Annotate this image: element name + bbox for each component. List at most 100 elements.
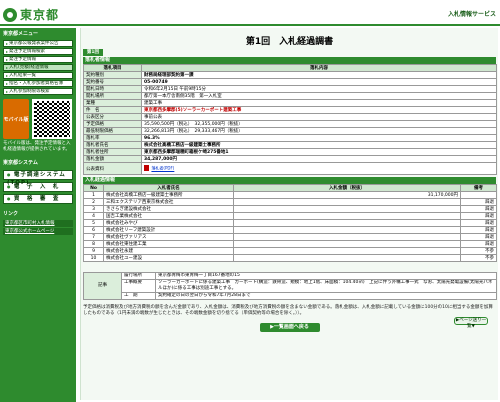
row-value: 令和6年2月15日 午前9時15分 bbox=[141, 85, 497, 93]
e-bidding-button[interactable]: 電 子 入 札 bbox=[3, 182, 73, 192]
table-row: 落札者住所 東京都西多摩郡瑞穂町箱根ケ崎275番地1 bbox=[83, 148, 497, 156]
table-row: 業種 建築工事 bbox=[83, 99, 497, 107]
bid-amount bbox=[233, 254, 461, 262]
winner-pdf-link[interactable]: 落札者(PDF) bbox=[151, 166, 174, 171]
table-row: 工 期 契約確定の日の翌日から令和7年7月28日まで bbox=[84, 292, 497, 300]
mobile-version-button[interactable]: モバイル版 bbox=[3, 99, 29, 139]
row-no: 10 bbox=[83, 254, 104, 262]
row-label: 落札率 bbox=[83, 134, 142, 142]
sidebar-links-heading: リンク bbox=[3, 211, 19, 217]
remarks-sub-label: 履行場所 bbox=[121, 272, 156, 280]
mobile-note: モバイル版は、発注予定情報と入札経過情報が提供されています。 bbox=[3, 141, 71, 152]
bid-remark: 辞退 bbox=[460, 212, 497, 220]
bid-amount bbox=[233, 226, 461, 234]
link-tokyo-official-site[interactable]: 東京都公式ホームページ bbox=[3, 228, 73, 235]
row-label: 開札場所 bbox=[83, 92, 142, 100]
bidder-name: 株式会社高橋工務店一級建築士事務所 bbox=[103, 191, 234, 199]
bid-amount bbox=[233, 240, 461, 248]
table-row: 最低制限価格 32,266,813円（税込） 29,333,467円（税抜） bbox=[83, 127, 497, 135]
sidebar-item-order-plan[interactable]: 発注予定情報 bbox=[3, 56, 73, 63]
bidder-name: きさらぎ建設株式会社 bbox=[103, 205, 234, 213]
bidder-name: 株式会社ヴァリアス bbox=[103, 233, 234, 241]
table-row: 開札日時 令和6年2月15日 午前9時15分 bbox=[83, 85, 497, 93]
table-row: 10 株式会社ユー建設 不参 bbox=[83, 254, 497, 262]
sidebar: 東京都メニュー 東京都公報発表案件公告 発注予定情報検索 発注予定情報 入札(見… bbox=[0, 28, 76, 402]
bid-remark: 辞退 bbox=[460, 205, 497, 213]
row-no: 1 bbox=[83, 191, 104, 199]
table-row: 契約種別 財務局経理部契約第一課 bbox=[83, 71, 497, 79]
row-no: 7 bbox=[83, 233, 104, 241]
remarks-value: 契約確定の日の翌日から令和7年7月28日まで bbox=[155, 292, 497, 300]
row-value: 32,266,813円（税込） 29,333,467円（税抜） bbox=[141, 127, 497, 135]
row-no: 9 bbox=[83, 247, 104, 255]
bidder-name: 株式会社東住建工業 bbox=[103, 240, 234, 248]
column-header-content: 落札内容 bbox=[141, 64, 497, 72]
bid-amount bbox=[233, 212, 461, 220]
bidder-name: 国吉工業株式会社 bbox=[103, 212, 234, 220]
row-no: 5 bbox=[83, 219, 104, 227]
qualification-review-button[interactable]: 資 格 審 査 bbox=[3, 194, 73, 204]
table-header-row: No 入札者氏名 入札金額（税抜） 備考 bbox=[83, 184, 497, 192]
table-row: 9 株式会社永建 不参 bbox=[83, 247, 497, 255]
bid-amount bbox=[233, 198, 461, 206]
row-value: 財務局経理部契約第一課 bbox=[141, 71, 497, 79]
row-label: 件 名 bbox=[83, 106, 142, 114]
back-to-list-button[interactable]: ▶一覧画面へ戻る bbox=[259, 323, 320, 332]
sidebar-item-public-notice[interactable]: 東京都公報発表案件公告 bbox=[3, 40, 73, 47]
table-row: 件 名東京都西多摩郡(5)ソーラーカーポート建築工事 bbox=[83, 106, 497, 114]
row-label: 落札者氏名 bbox=[83, 141, 142, 149]
sidebar-item-bid-results[interactable]: 入札結果一覧 bbox=[3, 72, 73, 79]
pdf-icon bbox=[144, 165, 149, 172]
sidebar-item-bid-progress[interactable]: 入札(見積)経過情報 bbox=[3, 64, 73, 71]
main-content: 第1回 入札経過調書 第1回 落札者情報 落札項目 落札内容 契約種別 財務局経理… bbox=[80, 28, 498, 400]
bid-remark: 辞退 bbox=[460, 219, 497, 227]
tokyo-logo[interactable]: 東京都 bbox=[3, 6, 59, 23]
bid-amount bbox=[233, 247, 461, 255]
row-value: 05-00749 bbox=[141, 78, 497, 86]
row-label: 最低制限価格 bbox=[83, 127, 142, 135]
row-value: 34,287,000円 bbox=[141, 155, 497, 163]
table-row: 5 株式会社みやび 辞退 bbox=[83, 219, 497, 227]
row-no: 4 bbox=[83, 212, 104, 220]
bid-remark: 辞退 bbox=[460, 233, 497, 241]
table-row: 3 きさらぎ建設株式会社 辞退 bbox=[83, 205, 497, 213]
mobile-section: モバイル版 bbox=[3, 99, 73, 139]
row-no: 3 bbox=[83, 205, 104, 213]
bidder-name: 三和エクステリア西東京株式会社 bbox=[103, 198, 234, 206]
remarks-value: 東京都青梅市東青梅一丁目167番地の15 bbox=[155, 272, 497, 280]
page-title: 第1回 入札経過調書 bbox=[245, 37, 334, 47]
sidebar-system-heading: 東京都システム bbox=[3, 160, 38, 166]
table-row: 4 国吉工業株式会社 辞退 bbox=[83, 212, 497, 220]
logo-text: 東京都 bbox=[20, 8, 60, 22]
sidebar-item-restriction-search[interactable]: 入札参加制限等検索 bbox=[3, 88, 73, 95]
row-label: 予定価格 bbox=[83, 120, 142, 128]
bidder-name: 株式会社みやび bbox=[103, 219, 234, 227]
round-badge: 第1回 bbox=[83, 49, 103, 56]
sidebar-item-order-plan-search[interactable]: 発注予定情報検索 bbox=[3, 48, 73, 55]
column-header-amount: 入札金額（税抜） bbox=[233, 184, 461, 192]
row-label: 業種 bbox=[83, 99, 142, 107]
bid-result-table: No 入札者氏名 入札金額（税抜） 備考 1 株式会社高橋工務店一級建築士事務所 3… bbox=[83, 184, 497, 262]
column-header-remark: 備考 bbox=[460, 184, 497, 192]
row-label: 契約種別 bbox=[83, 71, 142, 79]
row-label: 落札金額 bbox=[83, 155, 142, 163]
procurement-system-button[interactable]: 電子調達システム(TOP) bbox=[3, 170, 73, 186]
sidebar-item-qualification-list[interactable]: 指名・入札参加者資格名簿 bbox=[3, 80, 73, 87]
page-more-button[interactable]: ▶ページ送り一覧▼ bbox=[454, 317, 488, 329]
bid-amount bbox=[233, 233, 461, 241]
row-label: 公表資料 bbox=[83, 162, 142, 175]
row-value: 建築工事 bbox=[141, 99, 497, 107]
bid-remark: 辞退 bbox=[460, 198, 497, 206]
bidder-name: 株式会社リーフ建築設計 bbox=[103, 226, 234, 234]
table-row: 公表資料 落札者(PDF) bbox=[83, 162, 497, 175]
link-municipal-bid-info[interactable]: 東京都区市町村入札情報 bbox=[3, 220, 73, 227]
public-documents-cell: 落札者(PDF) bbox=[141, 162, 497, 175]
column-header-item: 落札項目 bbox=[83, 64, 142, 72]
row-value: 事前公表 bbox=[141, 113, 497, 121]
result-section-header: 入札経過情報 bbox=[83, 177, 496, 184]
table-row: 2 三和エクステリア西東京株式会社 辞退 bbox=[83, 198, 497, 206]
bidder-name: 株式会社永建 bbox=[103, 247, 234, 255]
bidder-name: 株式会社ユー建設 bbox=[103, 254, 234, 262]
table-row: 7 株式会社ヴァリアス 辞退 bbox=[83, 233, 497, 241]
row-value: 96.3% bbox=[141, 134, 497, 142]
